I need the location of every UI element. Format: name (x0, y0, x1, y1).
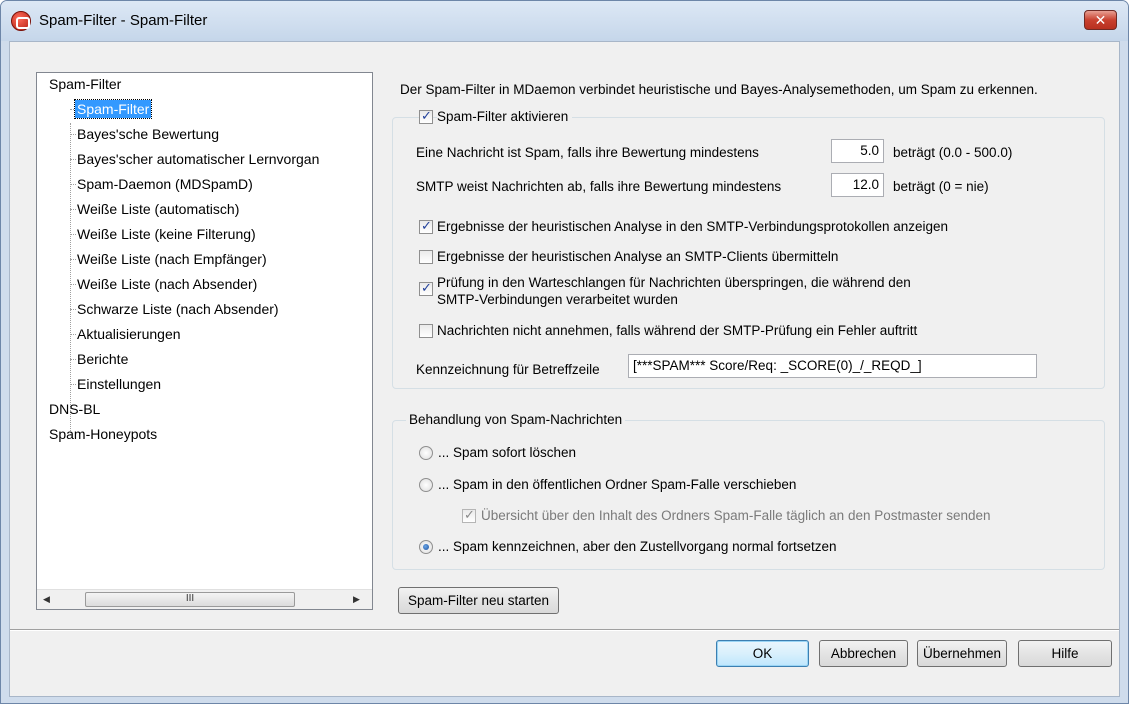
intro-description: Der Spam-Filter in MDaemon verbindet heu… (400, 82, 1038, 97)
tree-item-whitelist-nofilter[interactable]: Weiße Liste (keine Filterung) (75, 225, 258, 243)
tree-item-spam-filter[interactable]: Spam-Filter (73, 99, 153, 119)
tree-viewport: Spam-Filter Spam-Filter Bayes'sche Bewer… (37, 73, 372, 589)
log-heuristic-results-label[interactable]: Ergebnisse der heuristischen Analyse in … (437, 219, 948, 234)
tree-item-blacklist-sender[interactable]: Schwarze Liste (nach Absender) (75, 300, 281, 318)
mdaemon-app-icon (11, 11, 31, 31)
tree-connector (70, 123, 71, 435)
reject-on-error-checkbox[interactable] (419, 324, 433, 338)
dialog-client-area: Spam-Filter Spam-Filter Bayes'sche Bewer… (9, 41, 1120, 697)
tree-node-dns-bl[interactable]: DNS-BL (49, 401, 100, 417)
window-title: Spam-Filter - Spam-Filter (39, 12, 208, 29)
bottom-separator (10, 629, 1119, 631)
spam-handling-group-label: Behandlung von Spam-Nachrichten (406, 412, 626, 427)
ok-button[interactable]: OK (716, 640, 809, 667)
tag-spam-radio[interactable] (419, 540, 433, 554)
help-button[interactable]: Hilfe (1018, 640, 1112, 667)
spam-threshold-label: Eine Nachricht ist Spam, falls ihre Bewe… (416, 145, 759, 160)
restart-spam-filter-button[interactable]: Spam-Filter neu starten (398, 587, 559, 614)
tree-item-spam-daemon[interactable]: Spam-Daemon (MDSpamD) (75, 175, 255, 193)
tree-item-reports[interactable]: Berichte (75, 350, 130, 368)
tree-node-spam-honeypots[interactable]: Spam-Honeypots (49, 426, 157, 442)
tree-item-whitelist-auto[interactable]: Weiße Liste (automatisch) (75, 200, 241, 218)
skip-queue-check-checkbox[interactable] (419, 280, 433, 296)
smtp-reject-range: beträgt (0 = nie) (893, 179, 989, 194)
subject-tag-label: Kennzeichnung für Betreffzeile (416, 362, 600, 377)
delete-spam-radio[interactable] (419, 446, 433, 460)
tree-item-bayes-bewertung[interactable]: Bayes'sche Bewertung (75, 125, 221, 143)
spam-threshold-input[interactable]: 5.0 (831, 139, 884, 163)
skip-queue-check-label-line2[interactable]: SMTP-Verbindungen verarbeitet wurden (437, 292, 678, 307)
apply-button[interactable]: Übernehmen (917, 640, 1007, 667)
send-results-to-clients-checkbox[interactable] (419, 250, 433, 264)
skip-queue-check-label-line1[interactable]: Prüfung in den Warteschlangen für Nachri… (437, 275, 911, 290)
navigation-tree[interactable]: Spam-Filter Spam-Filter Bayes'sche Bewer… (36, 72, 373, 610)
dialog-window: Spam-Filter - Spam-Filter ✕ Spam-Filter (0, 0, 1129, 704)
reject-on-error-label[interactable]: Nachrichten nicht annehmen, falls währen… (437, 323, 917, 338)
tree-item-bayes-lernvorgang[interactable]: Bayes'scher automatischer Lernvorgan (75, 150, 321, 168)
send-results-to-clients-label[interactable]: Ergebnisse der heuristischen Analyse an … (437, 249, 838, 264)
move-spam-radio[interactable] (419, 478, 433, 492)
log-heuristic-results-checkbox[interactable] (419, 218, 433, 234)
tree-item-whitelist-sender[interactable]: Weiße Liste (nach Absender) (75, 275, 259, 293)
delete-spam-label[interactable]: ... Spam sofort löschen (438, 445, 576, 460)
smtp-reject-label: SMTP weist Nachrichten ab, falls ihre Be… (416, 179, 782, 194)
subject-tag-input[interactable]: [***SPAM*** Score/Req: _SCORE(0)_/_REQD_… (628, 354, 1037, 378)
title-bar: Spam-Filter - Spam-Filter ✕ (1, 1, 1128, 41)
close-button[interactable]: ✕ (1084, 10, 1117, 30)
smtp-reject-input[interactable]: 12.0 (831, 173, 884, 197)
send-summary-label[interactable]: Übersicht über den Inhalt des Ordners Sp… (481, 508, 991, 523)
cancel-button[interactable]: Abbrechen (819, 640, 908, 667)
tree-node-spam-filter[interactable]: Spam-Filter (49, 76, 121, 92)
spam-threshold-range: beträgt (0.0 - 500.0) (893, 145, 1013, 160)
enable-spam-filter-label[interactable]: Spam-Filter aktivieren (437, 109, 573, 124)
scrollbar-thumb[interactable]: III (85, 592, 295, 607)
tree-horizontal-scrollbar[interactable]: ◀ III ▶ (37, 589, 372, 609)
move-spam-label[interactable]: ... Spam in den öffentlichen Ordner Spam… (438, 477, 796, 492)
tree-item-settings[interactable]: Einstellungen (75, 375, 163, 393)
enable-spam-filter-checkbox[interactable] (419, 108, 433, 124)
send-summary-checkbox[interactable] (462, 507, 476, 523)
tree-item-whitelist-recipient[interactable]: Weiße Liste (nach Empfänger) (75, 250, 269, 268)
tag-spam-label[interactable]: ... Spam kennzeichnen, aber den Zustellv… (438, 539, 836, 554)
tree-item-updates[interactable]: Aktualisierungen (75, 325, 183, 343)
scroll-left-icon[interactable]: ◀ (43, 594, 50, 605)
scroll-right-icon[interactable]: ▶ (353, 594, 360, 605)
